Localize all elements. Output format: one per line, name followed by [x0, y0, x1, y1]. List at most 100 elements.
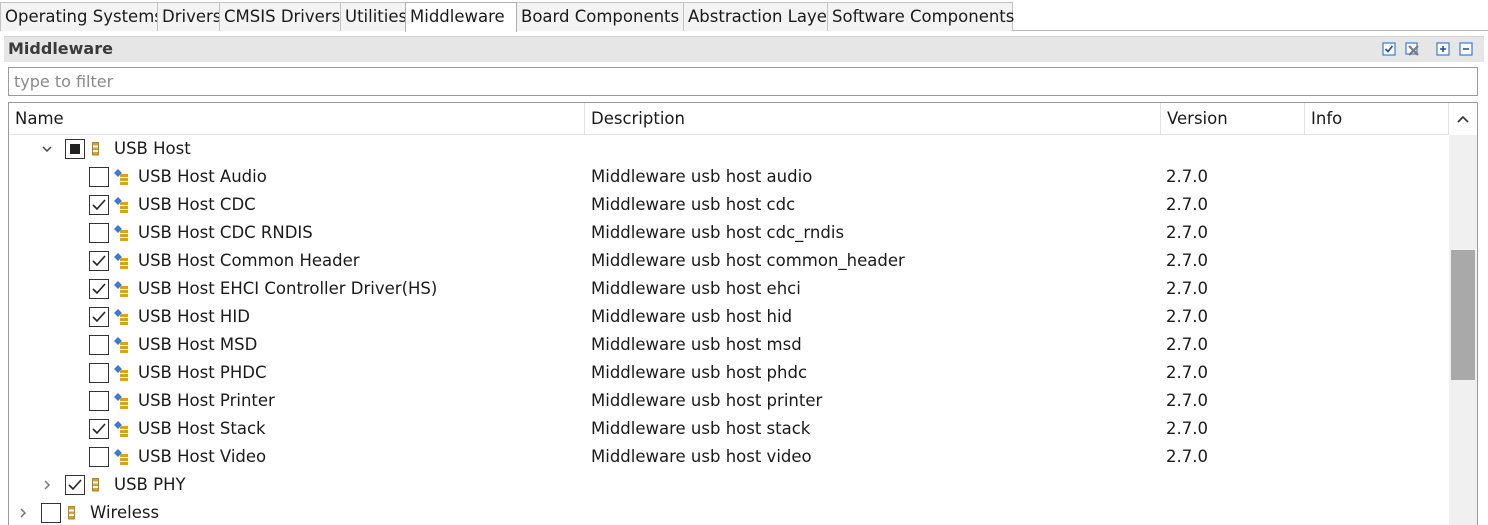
- component-checkbox[interactable]: [89, 363, 109, 383]
- tab-middleware[interactable]: Middleware: [405, 2, 517, 32]
- tree-row[interactable]: USB Host MSD Middleware usb host msd 2.7.0: [9, 331, 1449, 359]
- component-name: Wireless: [90, 503, 160, 522]
- component-name: USB Host Printer: [138, 391, 275, 410]
- component-checkbox[interactable]: [89, 447, 109, 467]
- component-name: USB Host PHDC: [138, 363, 267, 382]
- table-header: Name Description Version Info: [9, 103, 1449, 135]
- tree-row[interactable]: USB Host Video Middleware usb host video 2…: [9, 443, 1449, 471]
- tree-row[interactable]: USB Host Audio Middleware usb host audio 2…: [9, 163, 1449, 191]
- component-name: USB Host Stack: [138, 419, 266, 438]
- component-description: Middleware usb host stack: [591, 419, 811, 438]
- scroll-up-button[interactable]: [1449, 103, 1477, 135]
- name-cell: Wireless: [9, 499, 585, 525]
- component-checkbox[interactable]: [89, 419, 109, 439]
- component-version: 2.7.0: [1166, 279, 1208, 298]
- uncheck-all-icon[interactable]: [1404, 41, 1420, 57]
- column-header-info[interactable]: Info: [1305, 103, 1449, 135]
- column-header-description[interactable]: Description: [585, 103, 1161, 135]
- check-all-icon[interactable]: [1381, 41, 1397, 57]
- component-checkbox[interactable]: [41, 503, 61, 523]
- component-name: USB Host Video: [138, 447, 267, 466]
- component-description: Middleware usb host audio: [591, 167, 813, 186]
- component-description: Middleware usb host ehci: [591, 279, 801, 298]
- component-name: USB PHY: [114, 475, 186, 494]
- component-description: Middleware usb host msd: [591, 335, 802, 354]
- component-icon: [113, 280, 131, 298]
- tree-row[interactable]: Wireless: [9, 499, 1449, 525]
- tree-row[interactable]: USB PHY: [9, 471, 1449, 499]
- tree-row[interactable]: USB Host Stack Middleware usb host stack 2…: [9, 415, 1449, 443]
- tree-row[interactable]: USB Host CDC Middleware usb host cdc 2.7.0: [9, 191, 1449, 219]
- component-icon: [113, 420, 131, 438]
- chevron-up-icon: [1457, 115, 1469, 123]
- component-description: Middleware usb host cdc: [591, 195, 796, 214]
- component-group-icon: [65, 504, 83, 522]
- component-checkbox[interactable]: [89, 279, 109, 299]
- component-name: USB Host MSD: [138, 335, 258, 354]
- component-tree-table: Name Description Version Info USB Host US…: [8, 102, 1478, 525]
- component-checkbox[interactable]: [89, 251, 109, 271]
- tab-operating-systems[interactable]: Operating Systems: [0, 2, 163, 31]
- filter-input[interactable]: [8, 67, 1478, 96]
- component-name: USB Host CDC: [138, 195, 256, 214]
- name-cell: USB Host MSD: [9, 331, 585, 359]
- name-cell: USB Host: [9, 135, 585, 163]
- chevron-down-icon[interactable]: [39, 141, 55, 157]
- name-cell: USB Host HID: [9, 303, 585, 331]
- collapse-all-icon[interactable]: [1458, 41, 1474, 57]
- tree-row[interactable]: USB Host Common Header Middleware usb hos…: [9, 247, 1449, 275]
- component-version: 2.7.0: [1166, 251, 1208, 270]
- component-checkbox[interactable]: [89, 195, 109, 215]
- tab-software-components[interactable]: Software Components: [827, 2, 1014, 31]
- chevron-right-icon[interactable]: [39, 477, 55, 493]
- component-checkbox[interactable]: [89, 167, 109, 187]
- component-icon: [113, 448, 131, 466]
- component-icon: [113, 252, 131, 270]
- name-cell: USB Host PHDC: [9, 359, 585, 387]
- component-version: 2.7.0: [1166, 335, 1208, 354]
- tree-row[interactable]: USB Host HID Middleware usb host hid 2.7.0: [9, 303, 1449, 331]
- component-checkbox[interactable]: [89, 391, 109, 411]
- tab-board-components[interactable]: Board Components: [516, 2, 684, 31]
- tree-row[interactable]: USB Host CDC RNDIS Middleware usb host cd…: [9, 219, 1449, 247]
- name-cell: USB Host Printer: [9, 387, 585, 415]
- component-tab-bar: Operating Systems Drivers CMSIS Drivers …: [0, 0, 1488, 32]
- component-version: 2.7.0: [1166, 167, 1208, 186]
- scrollbar-thumb[interactable]: [1451, 250, 1475, 380]
- component-checkbox[interactable]: [65, 475, 85, 495]
- tab-utilities[interactable]: Utilities: [340, 2, 407, 31]
- tab-drivers[interactable]: Drivers: [157, 2, 221, 31]
- component-name: USB Host Common Header: [138, 251, 360, 270]
- tree-row[interactable]: USB Host: [9, 135, 1449, 163]
- tab-abstraction-layer[interactable]: Abstraction Layer: [683, 2, 834, 31]
- component-name: USB Host EHCI Controller Driver(HS): [138, 279, 438, 298]
- tree-row[interactable]: USB Host PHDC Middleware usb host phdc 2.7…: [9, 359, 1449, 387]
- component-version: 2.7.0: [1166, 195, 1208, 214]
- name-cell: USB Host CDC: [9, 191, 585, 219]
- vertical-scrollbar[interactable]: [1449, 135, 1477, 525]
- component-description: Middleware usb host printer: [591, 391, 823, 410]
- tree-row[interactable]: USB Host Printer Middleware usb host prin…: [9, 387, 1449, 415]
- component-checkbox[interactable]: [89, 335, 109, 355]
- component-checkbox[interactable]: [65, 139, 85, 159]
- component-icon: [113, 224, 131, 242]
- tree-row[interactable]: USB Host EHCI Controller Driver(HS) Middl…: [9, 275, 1449, 303]
- column-header-version[interactable]: Version: [1161, 103, 1305, 135]
- tab-cmsis-drivers[interactable]: CMSIS Drivers: [219, 2, 341, 31]
- component-checkbox[interactable]: [89, 223, 109, 243]
- column-header-name[interactable]: Name: [9, 103, 585, 135]
- component-checkbox[interactable]: [89, 307, 109, 327]
- component-icon: [113, 308, 131, 326]
- component-version: 2.7.0: [1166, 419, 1208, 438]
- component-version: 2.7.0: [1166, 363, 1208, 382]
- name-cell: USB Host Stack: [9, 415, 585, 443]
- component-version: 2.7.0: [1166, 307, 1208, 326]
- expand-all-icon[interactable]: [1435, 41, 1451, 57]
- component-name: USB Host: [114, 139, 191, 158]
- component-name: USB Host HID: [138, 307, 250, 326]
- name-cell: USB Host Video: [9, 443, 585, 471]
- component-group-icon: [89, 140, 107, 158]
- tree-rows: USB Host USB Host Audio Middleware usb hos…: [9, 135, 1449, 525]
- chevron-right-icon[interactable]: [15, 505, 31, 521]
- component-name: USB Host Audio: [138, 167, 267, 186]
